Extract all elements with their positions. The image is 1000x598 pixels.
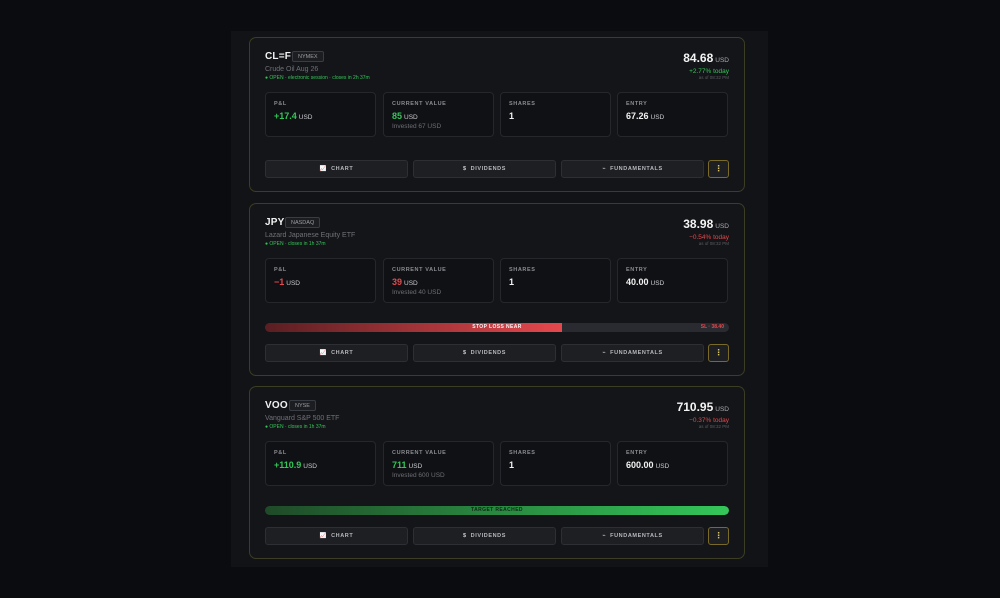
stop-loss-progress-bar: STOP LOSS NEAR SL · 38.40 xyxy=(265,323,729,332)
fundamentals-button[interactable]: ⌁ FUNDAMENTALS xyxy=(561,527,704,545)
tile-value: 85 USD xyxy=(392,111,418,121)
instrument-name: Crude Oil Aug 26 xyxy=(265,66,319,73)
invested-amount: Invested 40 USD xyxy=(392,289,442,296)
daily-change: +2.77% today xyxy=(689,68,729,75)
exchange-badge: NYMEX xyxy=(292,51,324,62)
pnl-tile: P&L +110.9 USD xyxy=(265,441,376,486)
entry-tile: ENTRY 600.00 USD xyxy=(617,441,728,486)
ticker-symbol: VOO xyxy=(265,400,288,411)
chart-icon: 📈 xyxy=(319,166,328,172)
dollar-icon: $ xyxy=(462,166,467,172)
shares-tile: SHARES 1 xyxy=(500,258,611,303)
price-currency: USD xyxy=(715,223,729,230)
chart-button[interactable]: 📈 CHART xyxy=(265,160,408,178)
pnl-tile: P&L +17.4 USD xyxy=(265,92,376,137)
market-status: ● OPEN · closes in 1h 37m xyxy=(265,424,326,430)
tile-label: P&L xyxy=(274,267,287,273)
tile-value: +17.4 USD xyxy=(274,111,313,121)
tile-value: −1 USD xyxy=(274,277,300,287)
position-card-voo: VOO NYSE Vanguard S&P 500 ETF ● OPEN · c… xyxy=(249,386,745,559)
fundamentals-button[interactable]: ⌁ FUNDAMENTALS xyxy=(561,344,704,362)
invested-amount: Invested 67 USD xyxy=(392,123,442,130)
shares-tile: SHARES 1 xyxy=(500,92,611,137)
current-value-tile: CURRENT VALUE 85 USD Invested 67 USD xyxy=(383,92,494,137)
alert-label: STOP LOSS NEAR xyxy=(472,324,522,330)
position-card-clf: CL=F NYMEX Crude Oil Aug 26 ● OPEN · ele… xyxy=(249,37,745,192)
current-value-tile: CURRENT VALUE 711 USD Invested 600 USD xyxy=(383,441,494,486)
market-status: ● OPEN · electronic session · closes in … xyxy=(265,75,370,81)
tile-label: CURRENT VALUE xyxy=(392,450,447,456)
chart-button[interactable]: 📈 CHART xyxy=(265,344,408,362)
tile-value: 600.00 USD xyxy=(626,460,670,470)
instrument-name: Lazard Japanese Equity ETF xyxy=(265,232,356,239)
price-currency: USD xyxy=(715,57,729,64)
stop-loss-level: SL · 38.40 xyxy=(700,324,724,330)
exchange-badge: NASDAQ xyxy=(285,217,321,228)
more-options-button[interactable]: ⋮ xyxy=(708,160,729,178)
tile-label: SHARES xyxy=(509,450,536,456)
chart-button[interactable]: 📈 CHART xyxy=(265,527,408,545)
tile-label: P&L xyxy=(274,101,287,107)
tile-label: ENTRY xyxy=(626,101,648,107)
price-value: 38.98 xyxy=(683,217,714,231)
tile-value: 40.00 USD xyxy=(626,277,665,287)
price-display: 710.95 USD xyxy=(677,400,729,414)
tile-label: P&L xyxy=(274,450,287,456)
tile-label: SHARES xyxy=(509,267,536,273)
price-value: 710.95 xyxy=(676,400,714,414)
pulse-icon: ⌁ xyxy=(602,533,607,539)
tile-value: 1 xyxy=(509,277,515,287)
price-currency: USD xyxy=(715,406,729,413)
pulse-icon: ⌁ xyxy=(602,166,607,172)
more-options-button[interactable]: ⋮ xyxy=(708,527,729,545)
tile-value: 1 xyxy=(509,460,515,470)
entry-tile: ENTRY 40.00 USD xyxy=(617,258,728,303)
tile-label: ENTRY xyxy=(626,450,648,456)
chart-icon: 📈 xyxy=(319,533,328,539)
dollar-icon: $ xyxy=(462,350,467,356)
entry-tile: ENTRY 67.26 USD xyxy=(617,92,728,137)
as-of-time: as of 08:32 PM xyxy=(698,424,729,429)
tile-label: SHARES xyxy=(509,101,536,107)
ticker-symbol: CL=F xyxy=(265,51,292,62)
dividends-button[interactable]: $ DIVIDENDS xyxy=(413,160,556,178)
dividends-button[interactable]: $ DIVIDENDS xyxy=(413,527,556,545)
daily-change: −0.37% today xyxy=(689,417,729,424)
tile-value: 711 USD xyxy=(392,460,423,470)
target-progress-bar: TARGET REACHED xyxy=(265,506,729,515)
price-display: 84.68 USD xyxy=(683,51,729,65)
chart-icon: 📈 xyxy=(319,350,328,356)
daily-change: −0.54% today xyxy=(689,234,729,241)
tile-value: 1 xyxy=(509,111,515,121)
tile-label: CURRENT VALUE xyxy=(392,267,447,273)
ticker-symbol: JPY xyxy=(265,217,285,228)
price-value: 84.68 xyxy=(683,51,714,65)
dividends-button[interactable]: $ DIVIDENDS xyxy=(413,344,556,362)
as-of-time: as of 08:32 PM xyxy=(698,75,729,80)
tile-value: 67.26 USD xyxy=(626,111,665,121)
shares-tile: SHARES 1 xyxy=(500,441,611,486)
tile-label: ENTRY xyxy=(626,267,648,273)
tile-value: +110.9 USD xyxy=(274,460,318,470)
fundamentals-button[interactable]: ⌁ FUNDAMENTALS xyxy=(561,160,704,178)
as-of-time: as of 08:32 PM xyxy=(698,241,729,246)
price-display: 38.98 USD xyxy=(683,217,729,231)
instrument-name: Vanguard S&P 500 ETF xyxy=(265,415,340,422)
position-card-jpy: JPY NASDAQ Lazard Japanese Equity ETF ● … xyxy=(249,203,745,376)
tile-label: CURRENT VALUE xyxy=(392,101,447,107)
more-options-button[interactable]: ⋮ xyxy=(708,344,729,362)
invested-amount: Invested 600 USD xyxy=(392,472,445,479)
dollar-icon: $ xyxy=(462,533,467,539)
tile-value: 39 USD xyxy=(392,277,418,287)
pnl-tile: P&L −1 USD xyxy=(265,258,376,303)
pulse-icon: ⌁ xyxy=(602,350,607,356)
market-status: ● OPEN · closes in 1h 37m xyxy=(265,241,326,247)
alert-label: TARGET REACHED xyxy=(471,507,523,513)
current-value-tile: CURRENT VALUE 39 USD Invested 40 USD xyxy=(383,258,494,303)
exchange-badge: NYSE xyxy=(289,400,316,411)
